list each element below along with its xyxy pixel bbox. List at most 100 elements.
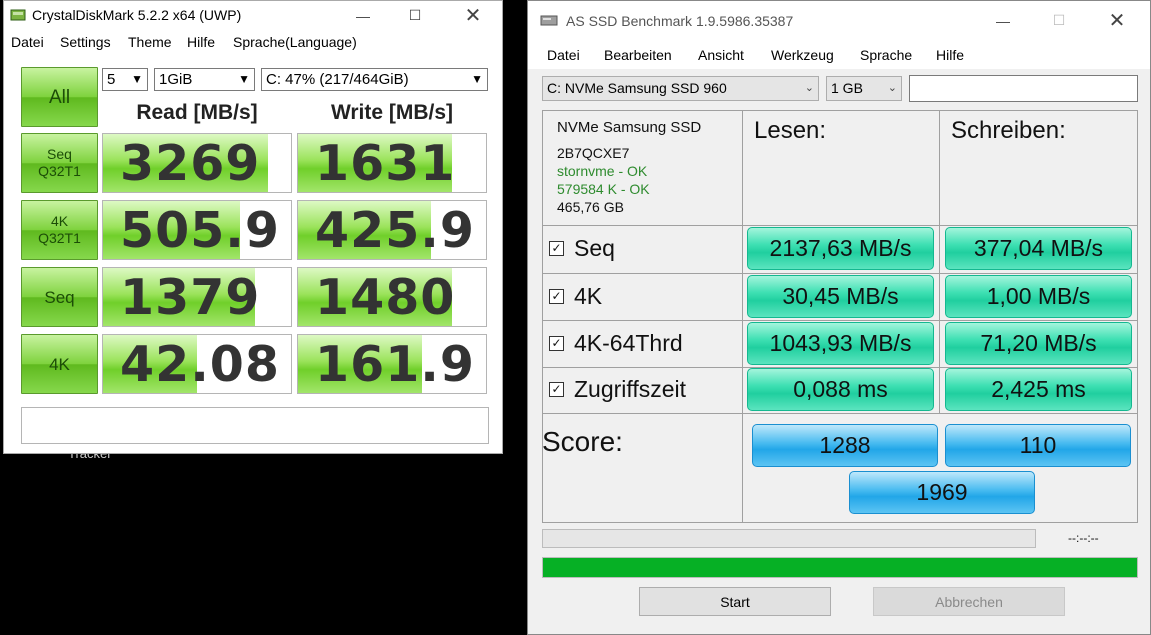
checkbox-checked-icon[interactable]: ✓ — [549, 382, 564, 397]
4k64-read-result: 1043,93 MB/s — [747, 322, 934, 365]
4k-write-result: 1,00 MB/s — [945, 275, 1132, 318]
count-select[interactable]: 5 ▼ — [102, 68, 148, 91]
seq-q32t1-write-cell: 1631 — [297, 133, 487, 193]
menu-datei[interactable]: Datei — [547, 47, 580, 63]
driver-status: stornvme - OK — [557, 163, 648, 179]
result-value: 1480 — [315, 269, 456, 326]
drive-select[interactable]: C: NVMe Samsung SSD 960 ⌄ — [542, 76, 819, 101]
row-sublabel: Q32T1 — [38, 230, 81, 246]
as-ssd-window: AS SSD Benchmark 1.9.5986.35387 — ☐ ✕ Da… — [527, 0, 1151, 635]
4k64-row-label[interactable]: ✓ 4K-64Thrd — [549, 330, 683, 357]
score-total: 1969 — [849, 471, 1035, 514]
menu-hilfe[interactable]: Hilfe — [936, 47, 964, 63]
menu-language[interactable]: Sprache(Language) — [233, 34, 357, 50]
drive-firmware: 2B7QCXE7 — [557, 145, 630, 161]
result-value: 505.9 — [120, 202, 280, 259]
cdm-window-title: CrystalDiskMark 5.2.2 x64 (UWP) — [32, 7, 242, 23]
4k64-write-result: 71,20 MB/s — [945, 322, 1132, 365]
size-select-value: 1 GB — [831, 80, 863, 96]
result-value: 161.9 — [315, 336, 475, 393]
4k-read-cell: 42.08 — [102, 334, 292, 394]
seq-q32t1-read-cell: 3269 — [102, 133, 292, 193]
result-value: 425.9 — [315, 202, 475, 259]
test-progress-bar — [542, 529, 1036, 548]
seq-row-label[interactable]: ✓ Seq — [549, 235, 615, 262]
drive-model: NVMe Samsung SSD — [557, 119, 702, 136]
alignment-status: 579584 K - OK — [557, 181, 650, 197]
elapsed-timer: --:--:-- — [1068, 531, 1099, 545]
checkbox-checked-icon[interactable]: ✓ — [549, 241, 564, 256]
row-label-text: 4K — [574, 283, 603, 309]
seq-read-result: 2137,63 MB/s — [747, 227, 934, 270]
read-header: Read [MB/s] — [136, 101, 258, 124]
as-ssd-window-title: AS SSD Benchmark 1.9.5986.35387 — [566, 13, 794, 29]
chevron-down-icon: ▼ — [238, 72, 250, 86]
row-label-text: 4K-64Thrd — [574, 330, 683, 356]
row-label: Seq — [44, 287, 75, 307]
cdm-menubar: Datei Settings Theme Hilfe Sprache(Langu… — [4, 31, 502, 53]
crystaldiskmark-window: CrystalDiskMark 5.2.2 x64 (UWP) — ☐ ✕ Da… — [3, 0, 503, 454]
progress-fill — [543, 558, 1137, 577]
total-progress-bar — [542, 557, 1138, 578]
menu-bearbeiten[interactable]: Bearbeiten — [604, 47, 672, 63]
write-header: Write [MB/s] — [330, 101, 454, 124]
4k-read-result: 30,45 MB/s — [747, 275, 934, 318]
maximize-icon[interactable]: ☐ — [1036, 6, 1082, 35]
write-header: Schreiben: — [951, 117, 1066, 144]
all-button-label: All — [48, 86, 71, 108]
menu-sprache[interactable]: Sprache — [860, 47, 912, 63]
drive-select[interactable]: C: 47% (217/464GiB) ▼ — [261, 68, 488, 91]
row-label-text: Seq — [574, 235, 615, 261]
seq-read-cell: 1379 — [102, 267, 292, 327]
seq-write-cell: 1480 — [297, 267, 487, 327]
4k-q32t1-button[interactable]: 4K Q32T1 — [21, 200, 98, 260]
size-select[interactable]: 1GiB ▼ — [154, 68, 255, 91]
abort-button[interactable]: Abbrechen — [873, 587, 1065, 616]
search-input[interactable] — [909, 75, 1138, 102]
menu-ansicht[interactable]: Ansicht — [698, 47, 744, 63]
seq-write-result: 377,04 MB/s — [945, 227, 1132, 270]
result-value: 42.08 — [120, 336, 280, 393]
row-label-text: Zugriffszeit — [574, 376, 687, 402]
as-ssd-titlebar[interactable]: AS SSD Benchmark 1.9.5986.35387 — ☐ ✕ — [528, 1, 1150, 41]
menu-theme[interactable]: Theme — [128, 34, 172, 50]
comment-field[interactable] — [21, 407, 489, 444]
score-read: 1288 — [752, 424, 938, 467]
seq-button[interactable]: Seq — [21, 267, 98, 327]
chevron-down-icon: ▼ — [471, 72, 483, 86]
row-sublabel: Q32T1 — [38, 163, 81, 179]
result-value: 3269 — [120, 135, 261, 192]
disk-icon — [540, 15, 558, 26]
chevron-down-icon: ▼ — [131, 72, 143, 86]
drive-select-value: C: NVMe Samsung SSD 960 — [547, 80, 727, 96]
row-label: 4K — [49, 354, 70, 374]
minimize-icon[interactable]: — — [980, 6, 1026, 35]
read-header: Lesen: — [754, 117, 827, 144]
start-button[interactable]: Start — [639, 587, 831, 616]
4k-row-label[interactable]: ✓ 4K — [549, 283, 602, 310]
chevron-down-icon: ⌄ — [804, 82, 814, 94]
seq-q32t1-button[interactable]: Seq Q32T1 — [21, 133, 98, 193]
4k-button[interactable]: 4K — [21, 334, 98, 394]
4k-write-cell: 161.9 — [297, 334, 487, 394]
row-label: 4K — [50, 213, 69, 229]
menu-settings[interactable]: Settings — [60, 34, 111, 50]
chevron-down-icon: ⌄ — [887, 82, 897, 94]
size-select[interactable]: 1 GB ⌄ — [826, 76, 902, 101]
result-value: 1631 — [315, 135, 456, 192]
menu-werkzeug[interactable]: Werkzeug — [771, 47, 834, 63]
close-icon[interactable]: ✕ — [450, 1, 496, 30]
checkbox-checked-icon[interactable]: ✓ — [549, 289, 564, 304]
minimize-icon[interactable]: — — [340, 1, 386, 30]
cdm-titlebar[interactable]: CrystalDiskMark 5.2.2 x64 (UWP) — ☐ ✕ — [4, 1, 502, 30]
maximize-icon[interactable]: ☐ — [392, 1, 438, 30]
access-time-row-label[interactable]: ✓ Zugriffszeit — [549, 376, 686, 403]
close-icon[interactable]: ✕ — [1094, 6, 1140, 35]
4k-q32t1-read-cell: 505.9 — [102, 200, 292, 260]
checkbox-checked-icon[interactable]: ✓ — [549, 336, 564, 351]
menu-hilfe[interactable]: Hilfe — [187, 34, 215, 50]
all-button[interactable]: All — [21, 67, 98, 127]
menu-datei[interactable]: Datei — [11, 34, 44, 50]
score-write: 110 — [945, 424, 1131, 467]
row-label: Seq — [47, 146, 72, 162]
